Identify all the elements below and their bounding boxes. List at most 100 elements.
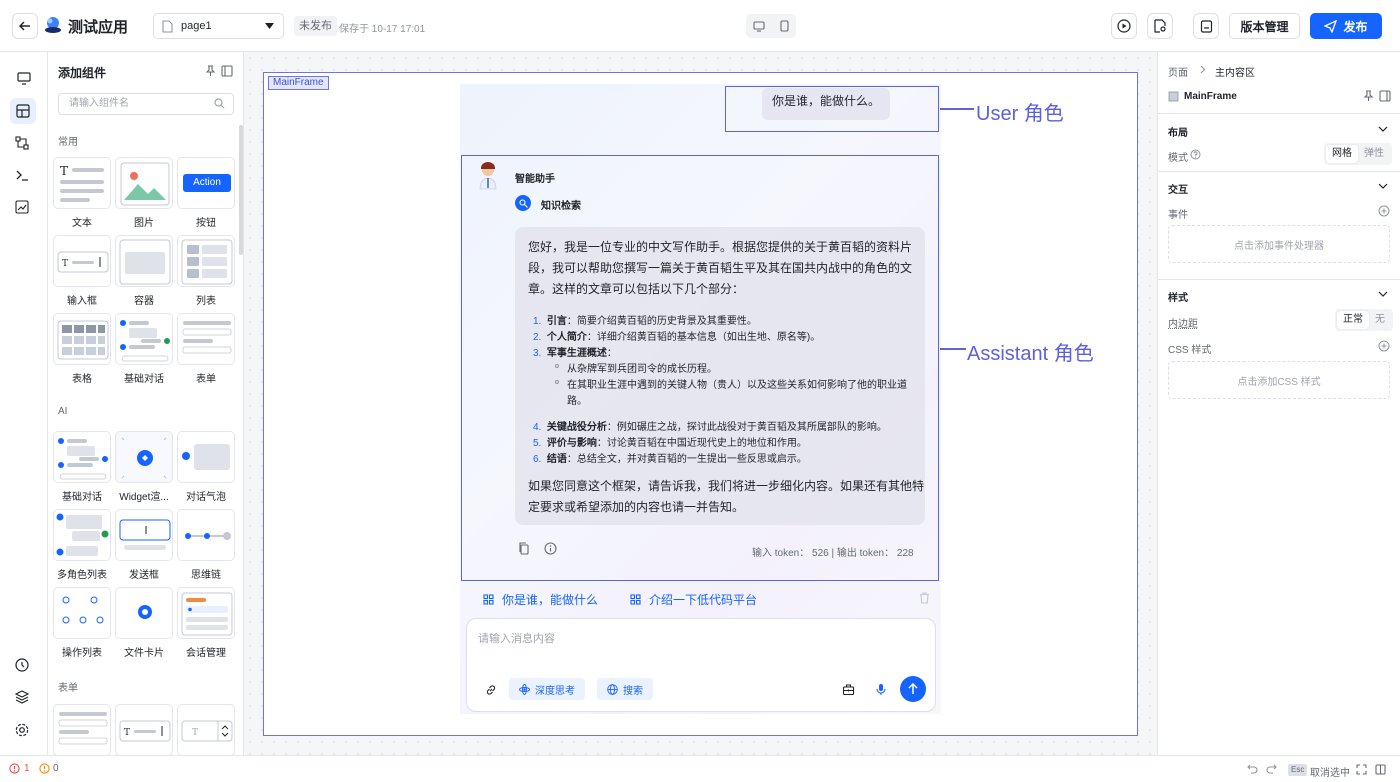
redo-icon[interactable] [1266,764,1277,774]
component-card-number-input[interactable]: T [177,704,235,755]
component-card-thought-chain[interactable] [177,509,235,561]
flow-icon[interactable] [15,136,29,150]
undo-icon[interactable] [1247,764,1258,774]
component-card-multi-role[interactable] [53,509,111,561]
breadcrumb-page[interactable]: 页面 [1168,64,1188,79]
version-management-button[interactable]: 版本管理 [1229,13,1300,39]
frame-icon [1168,91,1179,102]
component-card-list[interactable] [177,235,235,287]
save-button[interactable] [1193,13,1219,39]
component-grid-icon[interactable] [10,98,36,124]
device-switch [746,14,796,38]
padding-option-normal[interactable]: 正常 [1337,311,1369,329]
chevron-right-icon [1200,65,1206,74]
interaction-section-title[interactable]: 交互 [1168,181,1188,196]
mobile-view-button[interactable] [780,20,789,32]
search-toggle[interactable]: 搜索 [597,678,653,700]
panel-scrollbar[interactable] [239,125,243,255]
layout-section-title[interactable]: 布局 [1168,124,1188,139]
chevron-down-icon[interactable] [1378,291,1388,298]
main-frame-tag: MainFrame [268,76,329,90]
component-card-basic-chat[interactable] [115,313,173,365]
component-card-image[interactable] [115,157,173,209]
component-card-file[interactable] [115,587,173,639]
deep-think-toggle[interactable]: 深度思考 [509,678,585,700]
component-label: 多角色列表 [57,570,107,581]
component-card-bubble[interactable] [177,431,235,483]
pin-icon[interactable] [205,65,216,77]
component-label: 容器 [134,296,154,307]
component-card-container[interactable] [115,235,173,287]
mode-option-grid[interactable]: 网格 [1326,145,1358,163]
component-card-sender[interactable] [115,509,173,561]
svg-text:T: T [124,728,130,738]
component-card-action-list[interactable] [53,587,111,639]
component-card-input[interactable]: T [53,235,111,287]
info-icon[interactable] [544,542,557,555]
send-button[interactable] [900,676,926,702]
microphone-icon[interactable] [876,683,886,696]
add-css-style[interactable]: 点击添加CSS 样式 [1168,361,1390,399]
page-select[interactable]: page1 [153,13,284,39]
collapse-panel-icon[interactable] [221,65,233,77]
inspect-button[interactable] [1147,13,1173,39]
component-search-input[interactable]: 请输入组件名 [58,93,234,115]
component-card-conversations[interactable] [177,587,235,639]
pin-icon[interactable] [1363,90,1374,102]
component-card-button[interactable]: Action [177,157,235,209]
padding-label: 内边距 [1168,319,1198,330]
toolbox-icon[interactable] [842,683,855,696]
layers-icon[interactable] [15,690,29,704]
trash-icon[interactable] [919,592,930,604]
warning-icon[interactable] [39,763,50,774]
fullscreen-icon[interactable] [1356,764,1367,775]
collapse-panel-icon[interactable] [1379,90,1391,102]
add-event-handler[interactable]: 点击添加事件处理器 [1168,225,1390,263]
component-card-ai-basic-chat[interactable] [53,431,111,483]
terminal-icon[interactable] [15,168,29,182]
list-item-title: 个人简介 [546,332,587,343]
copy-icon[interactable] [518,542,530,555]
suggestion-item[interactable]: 介绍一下低代码平台 [630,591,757,608]
divider [1158,113,1400,114]
publish-button[interactable]: 发布 [1310,13,1382,39]
component-label: Widget渲... [119,492,169,503]
save-icon [1200,19,1212,33]
css-label: CSS 样式 [1168,345,1212,356]
component-card-widget[interactable] [115,431,173,483]
help-icon[interactable] [1190,149,1201,160]
component-card-table[interactable] [53,313,111,365]
history-icon[interactable] [15,658,29,672]
monitor-icon[interactable] [12,66,36,90]
answer-intro-line: 段，我可以帮助您撰写一篇关于黄百韬生平及其在国共内战中的角色的文 [528,261,913,275]
back-button[interactable] [12,13,38,39]
section-form: 表单 [58,683,78,694]
mode-label: 模式 [1168,153,1188,164]
answer-sub-item: 在其职业生涯中遇到的关键人物（贵人）以及这些关系如何影响了他的职业道 [567,380,907,391]
suggestion-item[interactable]: 你是谁，能做什么 [483,591,598,608]
grid-icon [630,594,641,605]
answer-outro-line: 如果您同意这个框架，请告诉我，我们将进一步细化内容。如果还有其他特 [528,479,925,493]
preview-button[interactable] [1111,13,1137,39]
page-select-value: page1 [181,20,212,32]
component-card-text[interactable]: T [53,157,111,209]
component-card-form-input[interactable]: T [115,704,173,755]
add-css-icon[interactable] [1378,340,1390,352]
error-icon[interactable] [9,763,20,774]
padding-option-none[interactable]: 无 [1369,311,1391,329]
attach-link-icon[interactable] [485,684,497,696]
chart-icon[interactable] [15,200,29,214]
answer-intro-line: 您好，我是一位专业的中文写作助手。根据您提供的关于黄百韬的资料片 [528,240,913,254]
style-section-title[interactable]: 样式 [1168,289,1188,304]
mode-option-flex[interactable]: 弹性 [1358,145,1390,163]
settings-icon[interactable] [15,723,29,737]
desktop-view-button[interactable] [753,20,765,32]
add-event-icon[interactable] [1378,205,1390,217]
chevron-down-icon[interactable] [1378,183,1388,190]
answer-list-item: 2. 个人简介：详细介绍黄百韬的基本信息（如出生地、原名等)。 [533,328,820,343]
chevron-down-icon[interactable] [1378,126,1388,133]
component-card-form-block[interactable] [53,704,111,755]
split-view-icon[interactable] [1375,764,1386,775]
component-card-form[interactable] [177,313,235,365]
user-role-highlight [725,86,939,132]
